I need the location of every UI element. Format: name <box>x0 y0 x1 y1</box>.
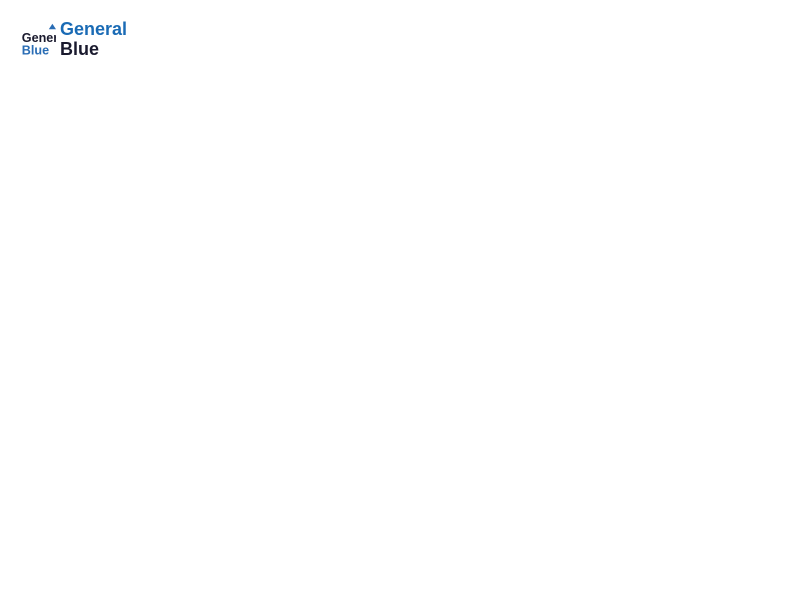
svg-text:Blue: Blue <box>22 43 49 57</box>
page-header: General Blue GeneralBlue <box>20 20 772 60</box>
logo-text: GeneralBlue <box>60 20 127 60</box>
logo-icon: General Blue <box>20 22 56 58</box>
logo: General Blue GeneralBlue <box>20 20 127 60</box>
